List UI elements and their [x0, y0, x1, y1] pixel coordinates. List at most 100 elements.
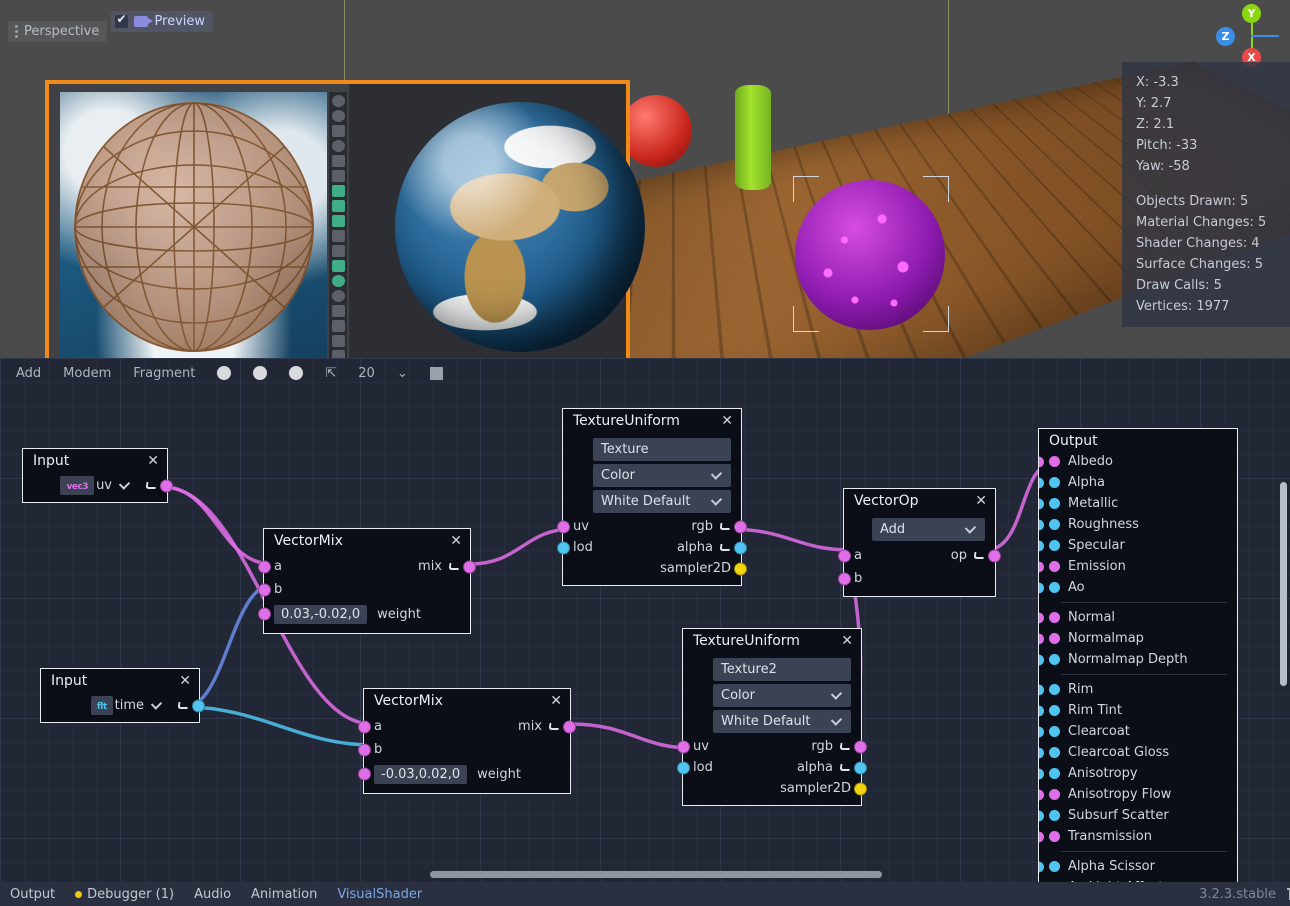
chevron-down-icon[interactable] — [832, 692, 843, 699]
tool-scale-icon[interactable] — [332, 200, 345, 212]
close-icon[interactable]: ✕ — [721, 414, 733, 428]
output-port-row[interactable]: Transmission — [1039, 826, 1237, 847]
bottom-tab-audio[interactable]: Audio — [194, 887, 231, 902]
output-expand-icon[interactable] — [719, 523, 731, 531]
output-connection-port[interactable] — [1038, 633, 1044, 644]
tool-environment-icon[interactable] — [332, 275, 345, 287]
close-icon[interactable]: ✕ — [550, 694, 562, 708]
add-node-button[interactable]: Add — [16, 366, 41, 381]
input-port-weight[interactable] — [258, 608, 271, 621]
visual-shader-graph[interactable]: Add Modem Fragment ⇱ 20 ⌄ — [0, 358, 1290, 882]
output-port-row[interactable]: Albedo — [1039, 451, 1237, 472]
output-port-row[interactable]: Alpha Scissor — [1039, 856, 1237, 877]
output-expand-icon[interactable] — [973, 552, 985, 560]
preview-toggle-row[interactable]: Preview — [111, 11, 213, 32]
output-connection-port[interactable] — [1038, 810, 1044, 821]
operation-select[interactable]: Add — [872, 518, 985, 541]
weight-value-field[interactable]: 0.03,-0.02,0 — [274, 605, 367, 624]
node-output[interactable]: Output AlbedoAlphaMetallicRoughnessSpecu… — [1038, 428, 1238, 882]
tool-light-icon[interactable] — [332, 260, 345, 272]
node-title-bar[interactable]: Output — [1039, 429, 1237, 451]
tool-ungroup-icon[interactable] — [332, 140, 345, 152]
tool-paint-icon[interactable] — [332, 335, 345, 347]
output-port-rgb[interactable] — [734, 520, 747, 533]
output-port-row[interactable]: Clearcoat Gloss — [1039, 742, 1237, 763]
input-port-lod[interactable] — [677, 761, 690, 774]
chevron-down-icon[interactable] — [712, 498, 723, 505]
input-value-label[interactable]: time — [115, 698, 144, 713]
toolbar-zoom-value[interactable]: 20 — [358, 366, 375, 381]
output-port-row[interactable]: Roughness — [1039, 514, 1237, 535]
tool-gizmo-icon[interactable] — [332, 290, 345, 302]
default-texture-select[interactable]: White Default — [713, 710, 851, 733]
input-port-b[interactable] — [258, 583, 271, 596]
toolbar-snap-icon[interactable]: ⌄ — [397, 366, 408, 381]
preview-shaded-view[interactable] — [349, 84, 626, 368]
preview-tool-palette[interactable] — [329, 92, 347, 362]
node-title-bar[interactable]: Input ✕ — [23, 449, 167, 473]
input-port-a[interactable] — [358, 720, 371, 733]
output-expand-icon[interactable] — [719, 544, 731, 552]
axis-gizmo[interactable]: Y Z X — [1210, 4, 1280, 70]
output-port-sampler2d[interactable] — [854, 782, 867, 795]
weight-value-field[interactable]: -0.03,0.02,0 — [374, 765, 467, 784]
input-port-lod[interactable] — [557, 541, 570, 554]
close-icon[interactable]: ✕ — [841, 634, 853, 648]
input-port-weight[interactable] — [358, 768, 371, 781]
toolbar-circle-icon-3[interactable] — [289, 366, 303, 380]
chevron-down-icon[interactable] — [152, 702, 163, 709]
bottom-tab-visualshader[interactable]: VisualShader — [337, 887, 422, 902]
chevron-down-icon[interactable] — [966, 526, 977, 533]
output-port-row[interactable]: Ao — [1039, 577, 1237, 598]
tool-grid-icon[interactable] — [332, 245, 345, 257]
tool-group-icon[interactable] — [332, 125, 345, 137]
gizmo-axis-y[interactable]: Y — [1242, 4, 1261, 23]
color-type-select[interactable]: Color — [593, 464, 731, 487]
node-title-bar[interactable]: VectorMix ✕ — [364, 689, 570, 713]
input-port-b[interactable] — [358, 743, 371, 756]
output-port-op[interactable] — [988, 549, 1001, 562]
node-input-time[interactable]: Input ✕ flt time — [40, 668, 200, 723]
tool-unlock-icon[interactable] — [332, 110, 345, 122]
output-connection-port[interactable] — [1038, 768, 1044, 779]
bottom-tab-output[interactable]: Output — [10, 887, 55, 902]
uniform-name-field[interactable]: Texture — [593, 438, 731, 461]
node-title-bar[interactable]: TextureUniform ✕ — [683, 629, 861, 653]
output-connection-port[interactable] — [1038, 861, 1044, 872]
input-port-b[interactable] — [838, 572, 851, 585]
output-port-row[interactable]: Metallic — [1039, 493, 1237, 514]
output-port-uv[interactable] — [160, 479, 173, 492]
input-port-uv[interactable] — [677, 740, 690, 753]
tool-select-icon[interactable] — [332, 170, 345, 182]
chevron-down-icon[interactable] — [120, 482, 131, 489]
tool-rotate-icon[interactable] — [332, 215, 345, 227]
output-connection-port[interactable] — [1038, 747, 1044, 758]
close-icon[interactable]: ✕ — [975, 494, 987, 508]
graph-toolbar[interactable]: Add Modem Fragment ⇱ 20 ⌄ — [0, 358, 1290, 388]
bottom-tab-debugger[interactable]: Debugger (1) — [75, 887, 174, 902]
node-texture-uniform-1[interactable]: TextureUniform ✕ Texture Color White Def… — [562, 408, 742, 586]
output-port-row[interactable]: Normalmap Depth — [1039, 649, 1237, 670]
perspective-menu-button[interactable]: Perspective — [8, 21, 107, 42]
node-vectormix-bottom[interactable]: VectorMix ✕ a mix b -0.03,0.02,0 — [363, 688, 571, 794]
output-expand-icon[interactable] — [177, 702, 189, 710]
toolbar-circle-icon-2[interactable] — [253, 366, 267, 380]
toolbar-circle-icon-1[interactable] — [217, 366, 231, 380]
chevron-down-icon[interactable] — [712, 472, 723, 479]
output-port-mix[interactable] — [463, 560, 476, 573]
output-port-row[interactable]: Rim Tint — [1039, 700, 1237, 721]
output-port-rgb[interactable] — [854, 740, 867, 753]
output-connection-port[interactable] — [1038, 540, 1044, 551]
node-title-bar[interactable]: VectorOp ✕ — [844, 489, 995, 513]
default-texture-select[interactable]: White Default — [593, 490, 731, 513]
output-expand-icon[interactable] — [448, 563, 460, 571]
uniform-name-field[interactable]: Texture2 — [713, 658, 851, 681]
output-connection-port[interactable] — [1038, 705, 1044, 716]
graph-horizontal-scrollbar[interactable] — [430, 871, 882, 878]
modem-tab[interactable]: Modem — [63, 366, 111, 381]
output-connection-port[interactable] — [1038, 831, 1044, 842]
output-port-row[interactable]: Subsurf Scatter — [1039, 805, 1237, 826]
color-type-select[interactable]: Color — [713, 684, 851, 707]
input-value-label[interactable]: uv — [96, 478, 112, 493]
preview-checkbox[interactable] — [115, 15, 128, 28]
